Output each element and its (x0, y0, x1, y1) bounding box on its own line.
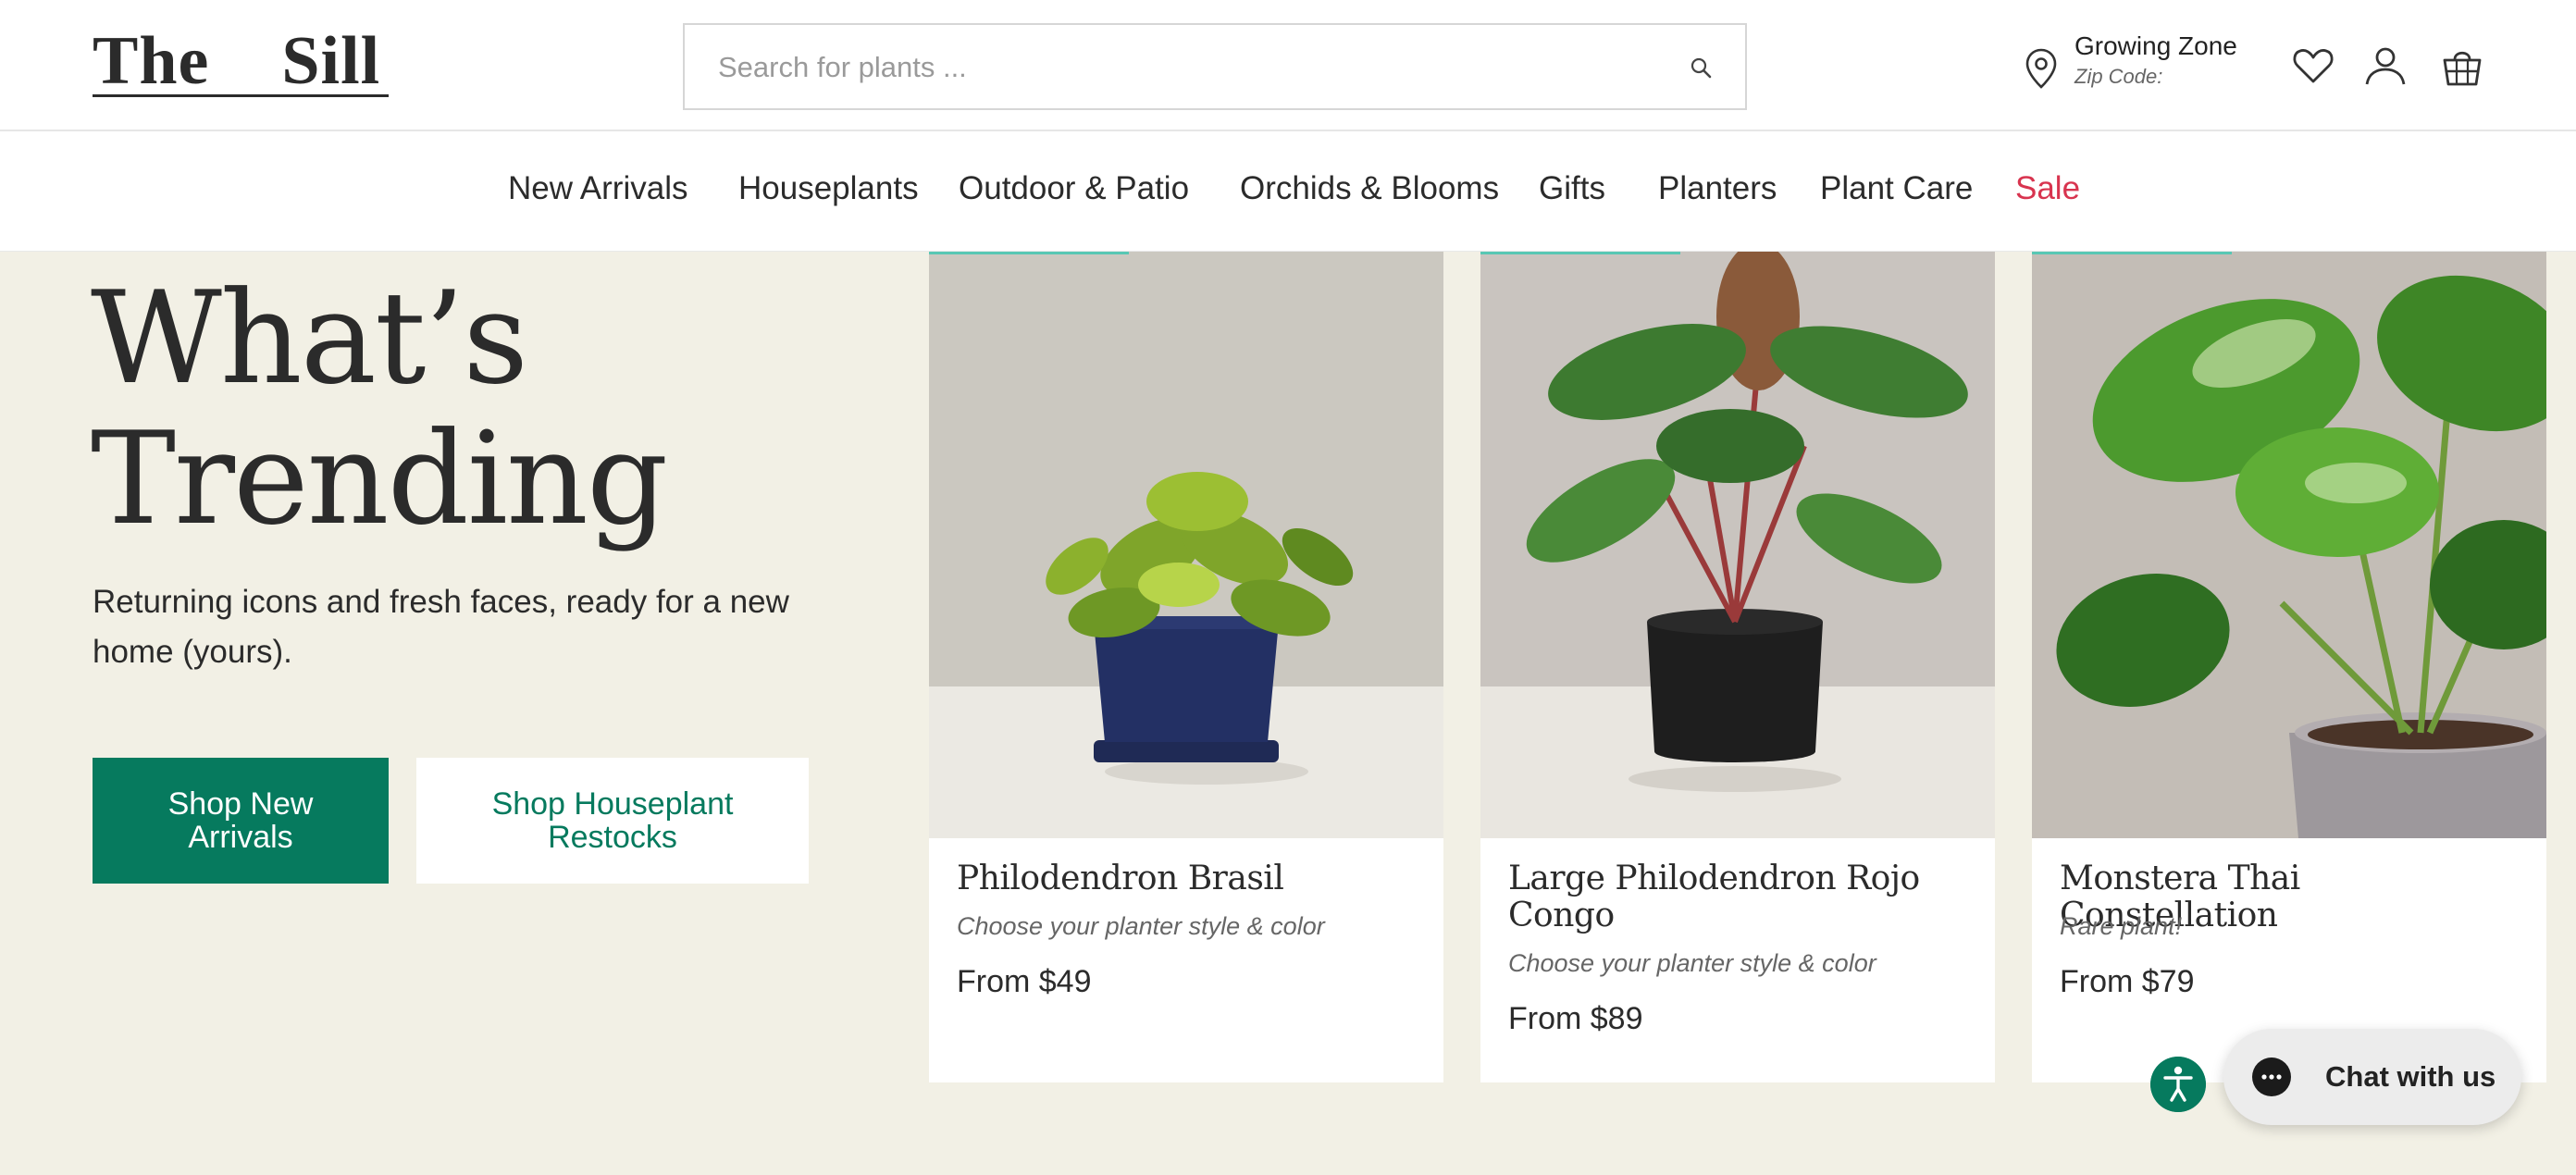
chat-bubble-icon (2252, 1058, 2291, 1096)
logo-sill: Sill (281, 23, 381, 99)
product-image[interactable] (929, 252, 1443, 838)
product-card[interactable]: Large Philodendron Rojo Congo Choose you… (1480, 252, 1995, 1082)
logo-the: The (93, 23, 210, 99)
location-pin-icon (2025, 48, 2057, 89)
product-note: Rare plant! (2060, 912, 2183, 940)
card-accent-bar (929, 252, 1129, 254)
growing-zone-title: Growing Zone (2074, 31, 2237, 60)
product-note: Choose your planter style & color (957, 912, 1325, 940)
logo-underline (93, 94, 389, 97)
search-input[interactable] (718, 45, 1643, 90)
cart-icon[interactable] (2441, 44, 2483, 87)
shop-houseplant-restocks-label: Shop Houseplant Restocks (491, 786, 734, 855)
search-box[interactable] (683, 23, 1747, 110)
product-name[interactable]: Large Philodendron Rojo Congo (1508, 860, 1971, 934)
zip-code-label: Zip Code: (2074, 65, 2163, 88)
nav-item-gifts[interactable]: Gifts (1539, 170, 1605, 207)
card-accent-bar (1480, 252, 1680, 254)
chat-widget-button[interactable]: Chat with us (2223, 1029, 2521, 1125)
search-icon[interactable] (1688, 55, 1715, 82)
site-header: The Sill Growing Zone Zip Code: (0, 0, 2576, 131)
main-nav: New Arrivals Houseplants Outdoor & Patio… (0, 131, 2576, 252)
growing-zone[interactable]: Growing Zone Zip Code: (2023, 26, 2263, 91)
shop-houseplant-restocks-button[interactable]: Shop Houseplant Restocks (416, 758, 809, 884)
product-card[interactable]: Monstera Thai Constellation Rare plant! … (2032, 252, 2546, 1082)
product-card[interactable]: Philodendron Brasil Choose your planter … (929, 252, 1443, 1082)
accessibility-icon[interactable] (2150, 1057, 2206, 1112)
shop-new-arrivals-button[interactable]: Shop New Arrivals (93, 758, 389, 884)
product-note: Choose your planter style & color (1508, 949, 1876, 977)
product-image[interactable] (2032, 252, 2546, 838)
nav-item-new-arrivals[interactable]: New Arrivals (508, 170, 687, 207)
hero-title: What’s Trending (91, 264, 668, 553)
product-price: From $49 (957, 964, 1092, 999)
heart-icon[interactable] (2292, 44, 2334, 87)
nav-item-orchids-blooms[interactable]: Orchids & Blooms (1240, 170, 1499, 207)
product-price: From $79 (2060, 964, 2195, 999)
hero-subtitle: Returning icons and fresh faces, ready f… (93, 584, 789, 670)
shop-new-arrivals-label: Shop New Arrivals (167, 786, 314, 855)
user-icon[interactable] (2364, 44, 2407, 87)
product-name[interactable]: Philodendron Brasil (957, 860, 1419, 897)
hero-title-line-2: Trending (91, 404, 668, 553)
chat-label: Chat with us (2325, 1060, 2496, 1093)
product-price: From $89 (1508, 1001, 1643, 1036)
nav-item-plant-care[interactable]: Plant Care (1820, 170, 1973, 207)
card-accent-bar (2032, 252, 2232, 254)
nav-item-sale[interactable]: Sale (2015, 170, 2080, 207)
nav-item-outdoor-patio[interactable]: Outdoor & Patio (959, 170, 1189, 207)
hero-title-line-1: What’s (91, 264, 528, 413)
product-image[interactable] (1480, 252, 1995, 838)
nav-item-planters[interactable]: Planters (1658, 170, 1777, 207)
logo[interactable]: The Sill (93, 24, 380, 98)
nav-item-houseplants[interactable]: Houseplants (738, 170, 919, 207)
